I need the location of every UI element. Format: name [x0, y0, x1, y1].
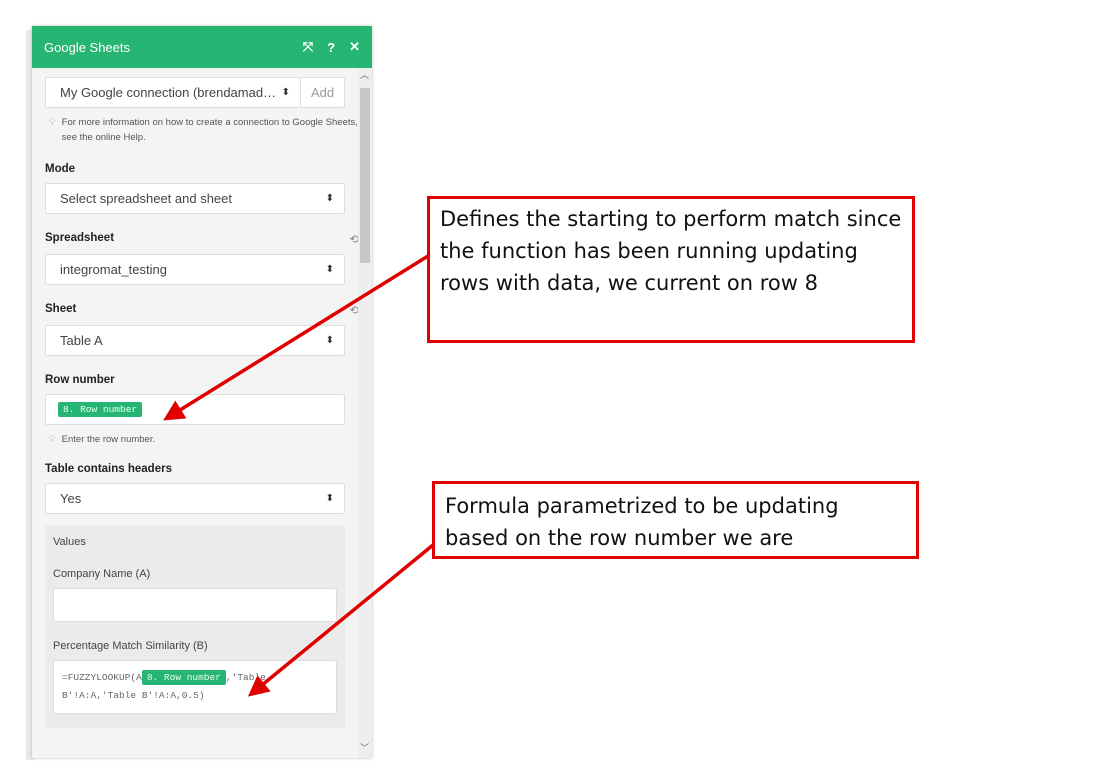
row-number-tag[interactable]: 8. Row number — [58, 402, 143, 417]
formula-prefix: =FUZZYLOOKUP(A — [62, 672, 142, 683]
mode-select[interactable]: Select spreadsheet and sheet ⬍ — [45, 183, 345, 214]
add-connection-button[interactable]: Add — [300, 77, 345, 108]
row-hint: Enter the row number. — [61, 434, 156, 445]
company-name-label: Company Name (A) — [53, 568, 151, 580]
sheet-label: Sheet — [45, 303, 77, 315]
values-section: Values Company Name (A) Percentage Match… — [45, 526, 345, 728]
panel-header: Google Sheets ⤧ ? ✕ — [32, 26, 372, 68]
close-icon[interactable]: ✕ — [349, 39, 360, 55]
scrollbar[interactable]: ︿ ﹀ — [358, 68, 372, 758]
spreadsheet-select[interactable]: integromat_testing ⬍ — [45, 254, 345, 285]
formula-row-tag[interactable]: 8. Row number — [141, 670, 226, 685]
scroll-up-icon[interactable]: ︿ — [360, 68, 369, 81]
company-name-input[interactable] — [53, 588, 337, 622]
scrollbar-thumb[interactable] — [360, 88, 370, 263]
mode-label: Mode — [45, 163, 76, 175]
select-arrows-icon: ⬍ — [325, 264, 334, 275]
google-sheets-module-panel: Google Sheets ⤧ ? ✕ My Google connection… — [32, 26, 372, 758]
mode-value: Select spreadsheet and sheet — [60, 191, 233, 206]
percentage-match-formula-input[interactable]: =FUZZYLOOKUP(A 8. Row number ,'Table B'!A:… — [53, 660, 337, 714]
connection-value: My Google connection (brendamad… — [60, 85, 277, 100]
help-icon[interactable]: ? — [327, 40, 335, 55]
connection-row: My Google connection (brendamad… ⬍ Add — [45, 77, 345, 108]
lightbulb-icon: 💡︎ — [49, 117, 56, 128]
sheet-value: Table A — [60, 333, 103, 348]
select-arrows-icon: ⬍ — [281, 87, 290, 98]
scroll-down-icon[interactable]: ﹀ — [360, 741, 369, 754]
panel-title: Google Sheets — [44, 39, 131, 55]
spreadsheet-label: Spreadsheet — [45, 232, 115, 244]
sheet-select[interactable]: Table A ⬍ — [45, 325, 345, 356]
connection-select[interactable]: My Google connection (brendamad… ⬍ — [45, 77, 300, 108]
select-arrows-icon: ⬍ — [325, 193, 334, 204]
row-number-label: Row number — [45, 374, 115, 386]
headers-value: Yes — [60, 491, 82, 506]
values-label: Values — [53, 536, 86, 548]
annotation-box-formula: Formula parametrized to be updating base… — [432, 481, 919, 559]
headers-label: Table contains headers — [45, 463, 172, 475]
percentage-match-label: Percentage Match Similarity (B) — [53, 640, 208, 652]
expand-icon[interactable]: ⤧ — [303, 39, 313, 55]
select-arrows-icon: ⬍ — [325, 493, 334, 504]
spreadsheet-value: integromat_testing — [60, 262, 167, 277]
lightbulb-icon: 💡︎ — [49, 434, 56, 445]
connection-hint: 💡︎ For more information on how to create … — [49, 115, 371, 145]
hint-text: For more information on how to create a … — [61, 117, 358, 143]
annotation-box-row-number: Defines the starting to perform match si… — [427, 196, 915, 343]
headers-select[interactable]: Yes ⬍ — [45, 483, 345, 514]
select-arrows-icon: ⬍ — [325, 335, 334, 346]
row-number-input[interactable]: 8. Row number — [45, 394, 345, 425]
